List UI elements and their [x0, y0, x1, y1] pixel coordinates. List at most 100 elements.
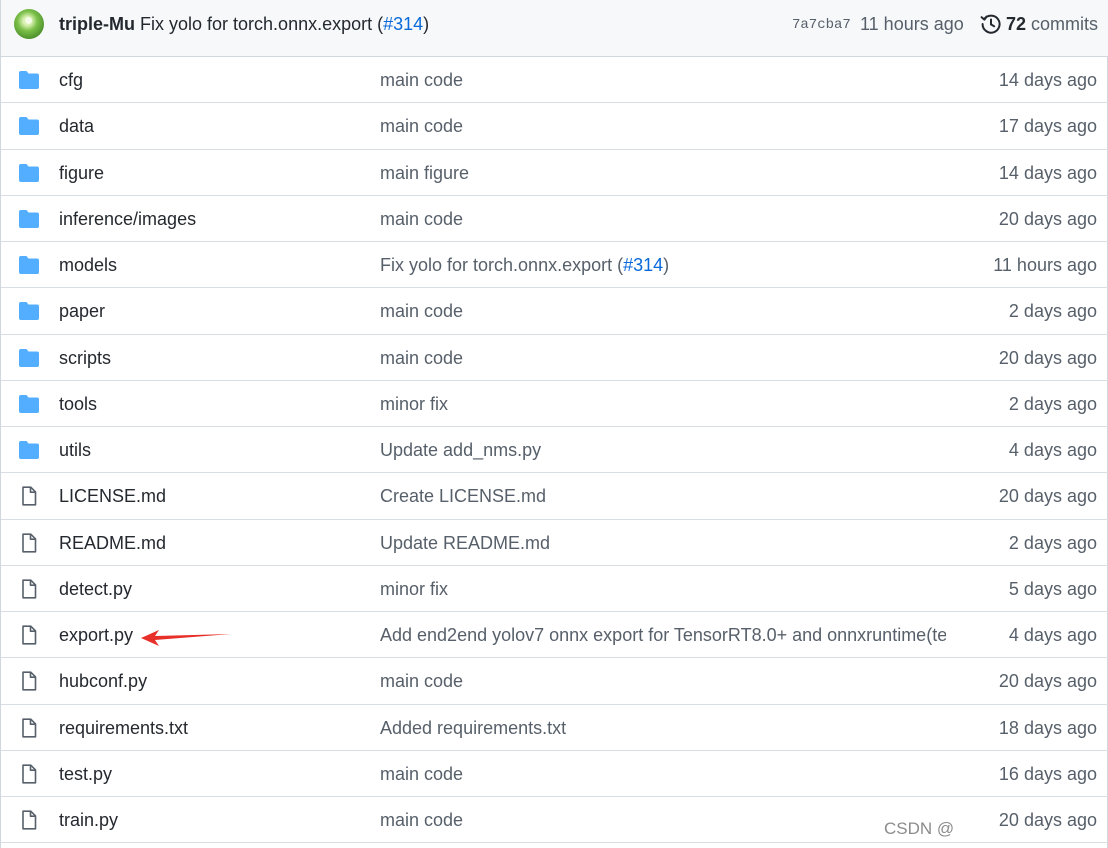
file-row: requirements.txt Added requirements.txt 18…: [1, 705, 1108, 751]
commit-message-link[interactable]: main code: [380, 669, 463, 693]
commit-message-link[interactable]: main code: [380, 207, 463, 231]
history-clock-icon[interactable]: [980, 13, 1002, 35]
file-name-link[interactable]: requirements.txt: [59, 716, 188, 740]
folder-icon: [18, 70, 40, 90]
file-icon: [18, 625, 40, 645]
commit-age: 17 days ago: [998, 116, 1097, 137]
watermark: CSDN @: [884, 819, 955, 838]
commit-message-link[interactable]: minor fix: [380, 392, 448, 416]
commit-message-link[interactable]: Create LICENSE.md: [380, 484, 546, 508]
file-name-link[interactable]: models: [59, 253, 117, 277]
file-name-link[interactable]: scripts: [59, 346, 111, 370]
folder-icon: [18, 209, 40, 229]
file-row: paper main code 2 days ago: [1, 288, 1108, 335]
file-row: LICENSE.md Create LICENSE.md 20 days ago: [1, 473, 1108, 520]
commit-message-link[interactable]: Update README.md: [380, 531, 550, 555]
commit-age: 20 days ago: [998, 810, 1097, 830]
file-name-link[interactable]: cfg: [59, 68, 83, 92]
file-name-link[interactable]: train.py: [59, 808, 118, 832]
folder-icon: [18, 394, 40, 414]
file-name-link[interactable]: hubconf.py: [59, 669, 147, 693]
commit-message-text: minor fix: [380, 578, 449, 599]
commit-message-text: main code: [380, 301, 464, 322]
file-name-link[interactable]: detect.py: [59, 577, 132, 601]
latest-commit-bar: triple-Mu Fix yolo for torch.onnx.export…: [1, 0, 1108, 57]
commit-message-text: main code: [380, 763, 464, 784]
file-icon: [18, 671, 40, 691]
commit-message-link[interactable]: Add end2end yolov7 onnx export for Tenso…: [380, 623, 946, 647]
commit-message-text: main code: [380, 671, 464, 692]
folder-icon: [18, 301, 40, 321]
commit-age: 14 days ago: [998, 162, 1097, 183]
commit-message-text: main code: [380, 347, 464, 368]
file-name-link[interactable]: README.md: [59, 531, 166, 555]
commit-age: 20 days ago: [998, 347, 1097, 368]
commit-age: 4 days ago: [1008, 440, 1097, 460]
author-avatar[interactable]: [14, 9, 44, 39]
file-icon: [18, 810, 40, 830]
commit-message-text: main code: [380, 208, 464, 229]
commit-message-link[interactable]: Fix yolo for torch.onnx.export (#314): [380, 253, 669, 277]
latest-commit-summary: triple-Mu Fix yolo for torch.onnx.export…: [59, 12, 429, 36]
file-name-link[interactable]: utils: [59, 438, 91, 462]
commit-message-end: ): [423, 14, 430, 34]
file-name-link[interactable]: tools: [59, 392, 97, 416]
commit-message-link[interactable]: main code: [380, 299, 463, 323]
file-name-link[interactable]: data: [59, 114, 94, 138]
file-row: models Fix yolo for torch.onnx.export (#3…: [1, 242, 1108, 289]
commit-sha-link[interactable]: 7a7cba7: [792, 14, 851, 36]
commit-message-link[interactable]: main code: [380, 114, 463, 138]
commit-message-link[interactable]: Fix yolo for torch.onnx.export (: [140, 14, 383, 34]
commit-message-link[interactable]: Update add_nms.py: [380, 438, 541, 462]
commit-pr-link[interactable]: #314: [383, 14, 423, 34]
folder-icon: [18, 348, 40, 368]
commit-pr-link[interactable]: #314: [623, 255, 663, 275]
commit-age: 16 days ago: [998, 763, 1097, 784]
commit-message-text: main figure: [380, 162, 470, 183]
commit-message-text: Add end2end yolov7 onnx export for Tenso…: [380, 625, 946, 645]
file-name-link[interactable]: paper: [59, 299, 105, 323]
commit-message-text: Update add_nms.py: [380, 440, 542, 460]
commit-age: 14 days ago: [998, 70, 1097, 90]
folder-icon: [18, 440, 40, 460]
file-name-link[interactable]: test.py: [59, 762, 112, 786]
file-list: cfg main code 14 days ago data main code 17 d…: [1, 57, 1108, 844]
commit-author-link[interactable]: triple-Mu: [59, 14, 135, 34]
commit-message-link[interactable]: main code: [380, 762, 463, 786]
commit-message-text: Added requirements.txt: [380, 717, 567, 738]
commit-age: 18 days ago: [998, 717, 1097, 738]
commit-age: 20 days ago: [998, 208, 1097, 229]
file-name-link[interactable]: export.py: [59, 623, 133, 647]
file-row: utils Update add_nms.py 4 days ago: [1, 427, 1108, 474]
commit-age: 4 days ago: [1008, 625, 1097, 645]
commit-message-link[interactable]: main code: [380, 808, 463, 832]
folder-icon: [18, 163, 40, 183]
file-name-link[interactable]: LICENSE.md: [59, 484, 166, 508]
commit-message-link[interactable]: Added requirements.txt: [380, 716, 566, 740]
commit-message-link[interactable]: minor fix: [380, 577, 448, 601]
commit-message-link[interactable]: main code: [380, 346, 463, 370]
commit-age: 2 days ago: [1008, 532, 1097, 553]
commit-message-link[interactable]: main figure: [380, 161, 469, 185]
file-name-link[interactable]: figure: [59, 161, 104, 185]
file-name-link[interactable]: inference/images: [59, 207, 196, 231]
file-icon: [18, 764, 40, 784]
file-icon: [18, 579, 40, 599]
file-icon: [18, 532, 40, 553]
commit-message-end: ): [663, 255, 670, 275]
commit-message-text: main code: [380, 116, 464, 137]
commit-age: 20 days ago: [998, 486, 1097, 507]
commit-time: 11 hours ago: [860, 14, 964, 34]
commits-count: 72: [1006, 14, 1027, 34]
file-icon: [18, 717, 40, 738]
file-row: data main code 17 days ago: [1, 103, 1108, 150]
file-icon: [18, 486, 40, 506]
commit-message-link[interactable]: main code: [380, 68, 463, 92]
folder-icon: [18, 116, 40, 136]
commit-message-text: main code: [380, 810, 464, 830]
commit-age: 5 days ago: [1008, 578, 1097, 599]
commit-message-text: minor fix: [380, 393, 449, 414]
commit-message-text: Update README.md: [380, 532, 551, 553]
commits-label: commits: [1031, 14, 1099, 34]
commits-count-link[interactable]: 72 commits: [1006, 12, 1098, 36]
